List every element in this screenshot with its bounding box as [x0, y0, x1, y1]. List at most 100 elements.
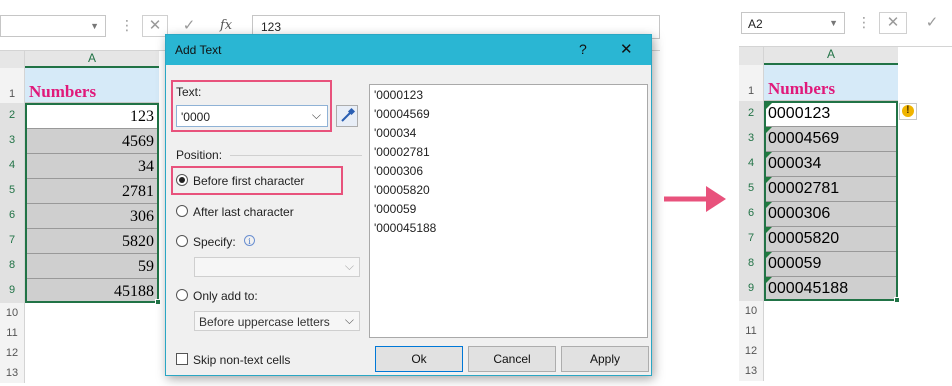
select-all-corner[interactable]: [0, 51, 25, 68]
radio-only-add[interactable]: [176, 289, 188, 301]
row-header[interactable]: 1: [739, 65, 764, 101]
apply-button[interactable]: Apply: [561, 346, 649, 372]
header-cell[interactable]: Numbers: [25, 68, 159, 103]
data-cell[interactable]: 2781: [27, 183, 154, 201]
data-cell[interactable]: 45188: [27, 283, 154, 301]
only-add-value: Before uppercase letters: [199, 315, 330, 329]
row-line: [766, 251, 896, 252]
column-header-a[interactable]: A: [25, 51, 159, 68]
preview-item: '00002781: [374, 145, 430, 159]
only-add-combobox[interactable]: Before uppercase letters ⌵: [194, 311, 360, 331]
data-cell[interactable]: 00005820: [768, 230, 839, 248]
text-label: Text:: [176, 85, 202, 99]
radio-before-first[interactable]: [176, 174, 188, 186]
row-header[interactable]: 11: [0, 323, 25, 343]
row-header[interactable]: 12: [739, 341, 764, 361]
preview-list: '0000123 '00004569 '000034 '00002781 '00…: [369, 84, 648, 338]
row-line: [27, 203, 157, 204]
row-header[interactable]: 9: [0, 278, 25, 303]
row-header[interactable]: 8: [0, 253, 25, 278]
row-line: [766, 201, 896, 202]
fill-handle[interactable]: [894, 297, 900, 303]
data-cell[interactable]: 5820: [27, 233, 154, 251]
row-header[interactable]: 10: [0, 303, 25, 323]
header-cell[interactable]: Numbers: [764, 65, 898, 101]
row-header[interactable]: 6: [0, 203, 25, 228]
row-header[interactable]: 7: [0, 228, 25, 253]
data-cell[interactable]: 34: [27, 158, 154, 176]
row-header[interactable]: 3: [739, 126, 764, 151]
position-label: Position:: [176, 148, 223, 162]
row-line: [766, 276, 896, 277]
error-warning-button[interactable]: !: [899, 103, 917, 120]
row-header[interactable]: 13: [739, 361, 764, 381]
row-header[interactable]: 9: [739, 276, 764, 301]
row-header[interactable]: 2: [739, 101, 764, 126]
data-cell[interactable]: 4569: [27, 133, 154, 151]
row-header[interactable]: 4: [739, 151, 764, 176]
specify-combobox[interactable]: ⌵: [194, 257, 360, 277]
row-header[interactable]: 12: [0, 343, 25, 363]
data-cell[interactable]: 00004569: [768, 130, 839, 148]
row-header[interactable]: 1: [0, 68, 25, 103]
formula-bar-separator: ⋮: [120, 17, 134, 33]
data-cell[interactable]: 306: [27, 208, 154, 226]
column-header-a[interactable]: A: [764, 47, 898, 65]
row-header[interactable]: 6: [739, 201, 764, 226]
chevron-down-icon[interactable]: ⌵: [345, 259, 354, 274]
preview-item: '0000306: [374, 164, 424, 178]
row-header[interactable]: 3: [0, 128, 25, 153]
row-line: [766, 226, 896, 227]
select-all-corner[interactable]: [739, 47, 764, 65]
preview-item: '00005820: [374, 183, 430, 197]
data-cell[interactable]: 000045188: [768, 280, 848, 298]
row-header[interactable]: 10: [739, 301, 764, 321]
name-box[interactable]: ▼: [0, 15, 106, 37]
data-cell[interactable]: 000059: [768, 255, 821, 273]
row-header[interactable]: 2: [0, 103, 25, 128]
name-box[interactable]: A2 ▼: [741, 12, 845, 34]
chevron-down-icon[interactable]: ⌵: [345, 313, 354, 328]
skip-label: Skip non-text cells: [193, 353, 291, 367]
data-cell[interactable]: 0000306: [768, 205, 830, 223]
close-icon[interactable]: ✕: [620, 40, 633, 58]
row-line: [766, 151, 896, 152]
chevron-down-icon[interactable]: ▼: [90, 21, 99, 31]
skip-checkbox[interactable]: [176, 353, 188, 365]
info-icon[interactable]: i: [244, 235, 255, 246]
enter-formula-icon[interactable]: ✓: [919, 12, 945, 34]
row-header[interactable]: 5: [739, 176, 764, 201]
chevron-down-icon[interactable]: ⌵: [312, 108, 321, 123]
radio-after-last[interactable]: [176, 205, 188, 217]
eyedropper-button[interactable]: [336, 105, 358, 127]
data-cell[interactable]: 59: [27, 258, 154, 276]
help-icon[interactable]: ?: [579, 41, 587, 57]
cancel-button[interactable]: Cancel: [468, 346, 556, 372]
text-combobox[interactable]: '0000 ⌵: [176, 105, 328, 127]
preview-item: '000034: [374, 126, 417, 140]
data-cell[interactable]: 000034: [768, 155, 821, 173]
cancel-formula-icon[interactable]: ✕: [879, 12, 907, 34]
row-header[interactable]: 8: [739, 251, 764, 276]
right-excel: A2 ▼ ⋮ ✕ ✓ A 1 2 3 4 5 6 7 8 9 10 11 12 …: [739, 0, 952, 386]
fill-handle[interactable]: [155, 299, 161, 305]
data-cell[interactable]: 0000123: [768, 105, 830, 123]
dialog-titlebar[interactable]: Add Text ? ✕: [166, 35, 651, 65]
row-line: [27, 253, 157, 254]
text-value: '0000: [181, 110, 210, 124]
radio-specify[interactable]: [176, 235, 188, 247]
row-header[interactable]: 4: [0, 153, 25, 178]
row-header[interactable]: 13: [0, 363, 25, 383]
row-line: [27, 278, 157, 279]
insert-function-icon[interactable]: fx: [220, 18, 232, 33]
add-text-dialog: Add Text ? ✕ Text: '0000 ⌵ Position: Bef…: [165, 34, 652, 376]
row-line: [27, 153, 157, 154]
row-header[interactable]: 5: [0, 178, 25, 203]
data-cell[interactable]: 00002781: [768, 180, 839, 198]
row-header[interactable]: 7: [739, 226, 764, 251]
only-add-label: Only add to:: [193, 289, 258, 303]
ok-button[interactable]: Ok: [375, 346, 463, 372]
data-cell[interactable]: 123: [27, 108, 154, 126]
chevron-down-icon[interactable]: ▼: [829, 18, 838, 28]
row-header[interactable]: 11: [739, 321, 764, 341]
